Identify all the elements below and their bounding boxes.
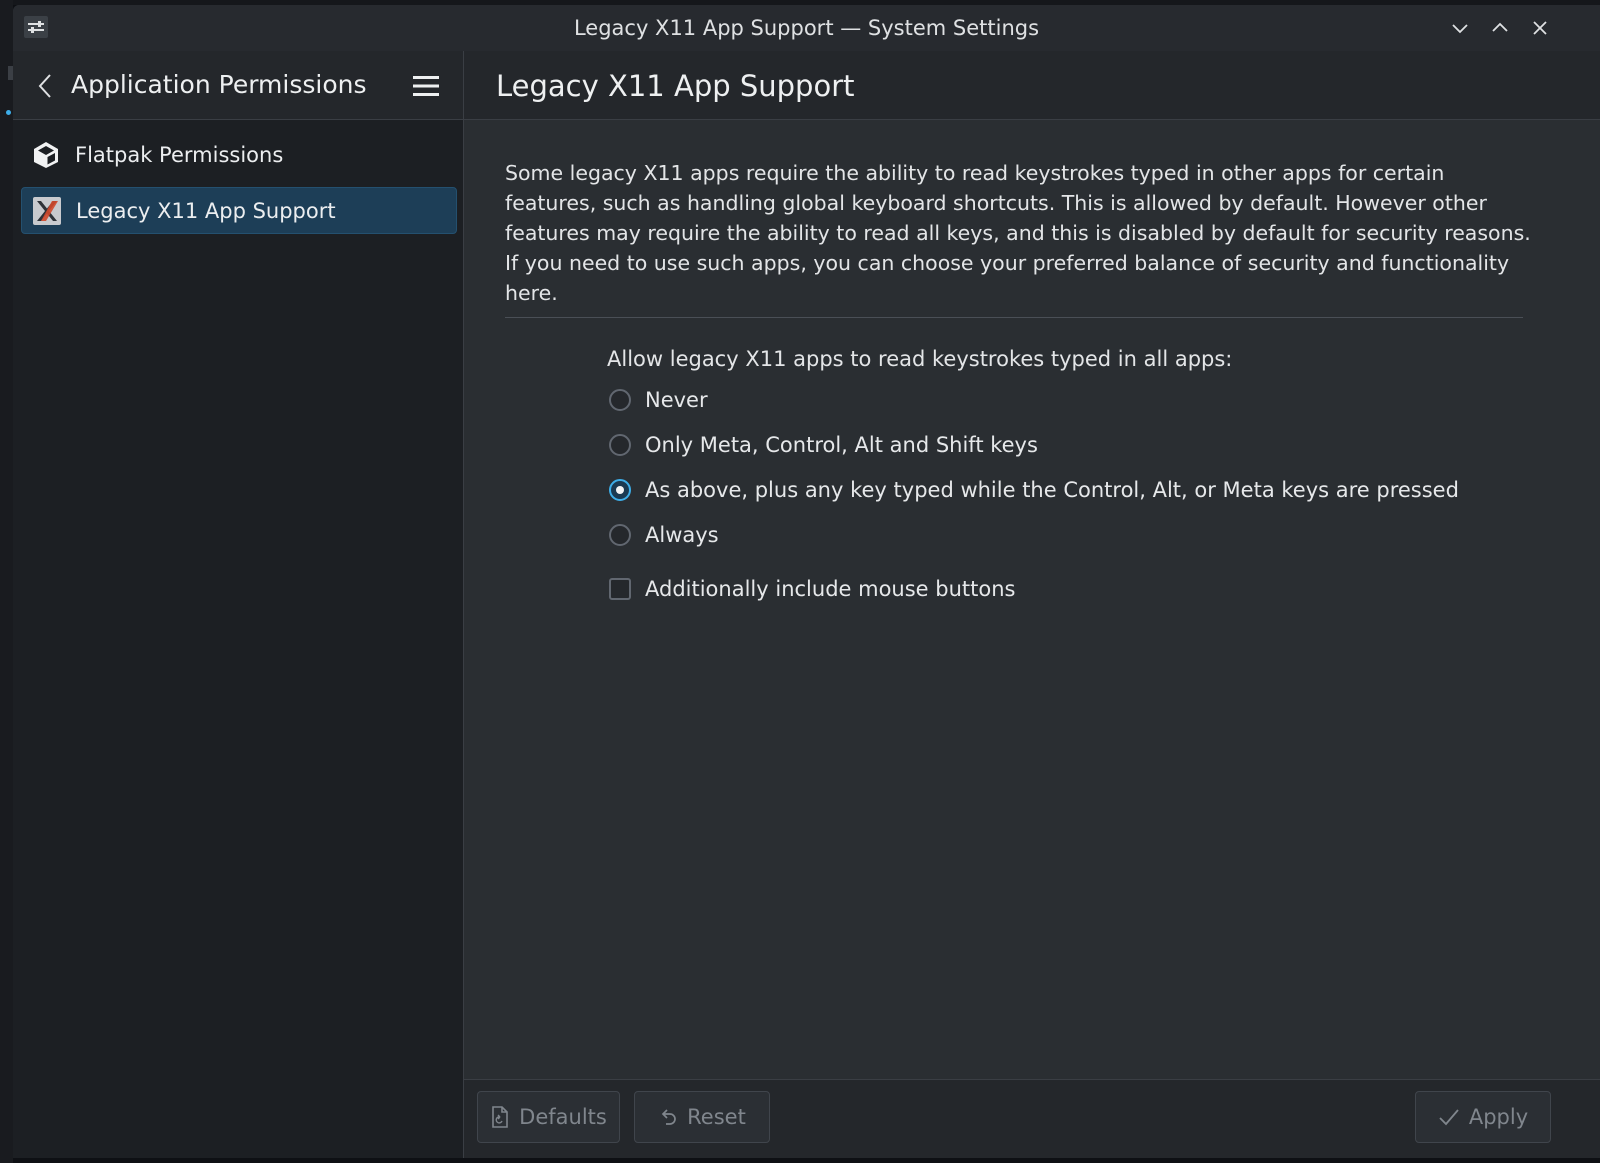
radio-button[interactable] — [609, 524, 631, 546]
radio-button[interactable] — [609, 389, 631, 411]
defaults-label: Defaults — [519, 1105, 607, 1129]
mouse-buttons-checkbox[interactable] — [609, 578, 631, 600]
background-indicator — [6, 110, 11, 115]
reset-label: Reset — [687, 1105, 746, 1129]
checkmark-icon — [1439, 1109, 1459, 1126]
sidebar-item-legacy-x11-app-support[interactable]: Legacy X11 App Support — [21, 187, 457, 234]
close-icon — [1533, 21, 1547, 35]
chevron-up-icon — [1492, 22, 1508, 32]
sidebar-header: Application Permissions — [13, 51, 463, 120]
apply-label: Apply — [1468, 1105, 1529, 1129]
apply-button[interactable]: Apply — [1415, 1091, 1551, 1143]
hamburger-icon — [413, 76, 439, 96]
footer-bar: Defaults Reset Apply — [464, 1079, 1600, 1163]
chevron-down-icon — [1452, 24, 1468, 34]
document-revert-icon — [492, 1106, 508, 1128]
sidebar-item-label: Flatpak Permissions — [75, 142, 284, 167]
content-header: Legacy X11 App Support — [464, 51, 1600, 120]
radio-button[interactable] — [609, 434, 631, 456]
sidebar-item-flatpak-permissions[interactable]: Flatpak Permissions — [21, 131, 457, 178]
maximize-button[interactable] — [1485, 13, 1515, 43]
radio-label[interactable]: Never — [645, 388, 708, 412]
close-button[interactable] — [1525, 13, 1555, 43]
minimize-button[interactable] — [1445, 13, 1475, 43]
cube-icon — [31, 140, 61, 170]
page-title: Legacy X11 App Support — [496, 69, 855, 103]
radio-button-checked[interactable] — [609, 479, 631, 501]
hamburger-menu-button[interactable] — [409, 70, 443, 102]
reset-button[interactable]: Reset — [634, 1091, 770, 1143]
content-area: Some legacy X11 apps require the ability… — [464, 120, 1600, 1163]
radio-label[interactable]: Always — [645, 523, 719, 547]
undo-icon — [661, 1109, 676, 1125]
sidebar-item-label: Legacy X11 App Support — [76, 198, 336, 223]
mouse-buttons-option[interactable]: Additionally include mouse buttons — [609, 574, 1015, 604]
description-text: Some legacy X11 apps require the ability… — [505, 161, 1531, 305]
chevron-left-icon — [38, 74, 51, 98]
radio-label[interactable]: As above, plus any key typed while the C… — [645, 478, 1459, 502]
desktop-background-bottom — [13, 1158, 1600, 1163]
radio-label[interactable]: Only Meta, Control, Alt and Shift keys — [645, 433, 1038, 457]
radio-option-always[interactable]: Always — [609, 520, 719, 550]
option-group-label: Allow legacy X11 apps to read keystrokes… — [607, 347, 1233, 371]
system-settings-window: Legacy X11 App Support — System Settings… — [13, 5, 1600, 1163]
system-settings-icon[interactable] — [23, 15, 49, 39]
title-bar[interactable]: Legacy X11 App Support — System Settings — [13, 5, 1600, 52]
divider — [505, 317, 1523, 318]
x11-icon — [32, 196, 62, 226]
radio-option-never[interactable]: Never — [609, 385, 708, 415]
desktop-background-left — [0, 0, 14, 1163]
sidebar-title: Application Permissions — [71, 70, 367, 99]
checkbox-label[interactable]: Additionally include mouse buttons — [645, 577, 1015, 601]
defaults-button[interactable]: Defaults — [477, 1091, 620, 1143]
back-button[interactable] — [31, 71, 59, 101]
window-title: Legacy X11 App Support — System Settings — [573, 16, 1040, 40]
radio-option-modifier-combos[interactable]: As above, plus any key typed while the C… — [609, 475, 1459, 505]
radio-option-modifier-keys[interactable]: Only Meta, Control, Alt and Shift keys — [609, 430, 1038, 460]
sidebar: Application Permissions Flatpak Permissi… — [13, 51, 464, 1163]
